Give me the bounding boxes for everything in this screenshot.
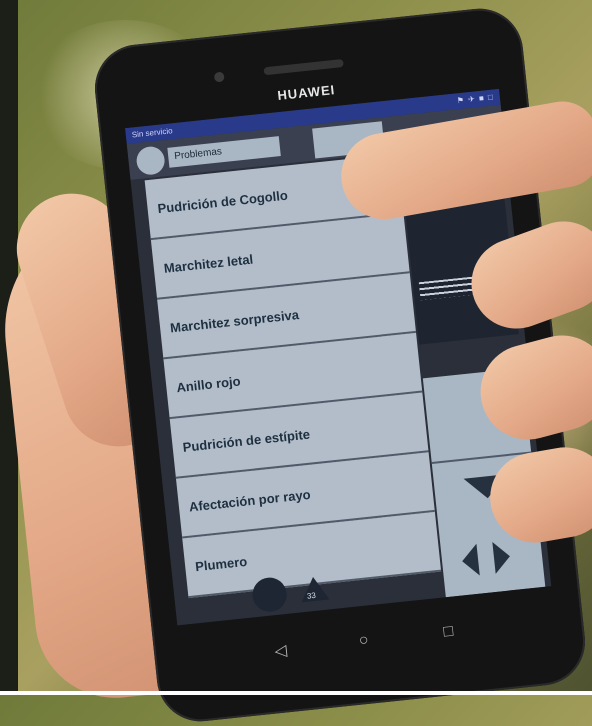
home-icon[interactable]: ○: [358, 632, 370, 651]
recent-apps-icon[interactable]: □: [443, 623, 455, 642]
back-icon[interactable]: ◁: [274, 640, 288, 661]
arrow-right-icon[interactable]: [492, 540, 512, 574]
app-avatar-button[interactable]: [135, 145, 166, 177]
bottom-counter: 33: [306, 590, 317, 601]
app-title-dropdown[interactable]: Problemas: [167, 136, 281, 168]
arrow-left-icon[interactable]: [460, 543, 480, 578]
carrier-label: Sin servicio: [131, 126, 173, 140]
frame-edge-bottom: [0, 691, 592, 695]
phone-brand-label: HUAWEI: [276, 82, 336, 104]
problem-dropdown-menu: Pudrición de Cogollo Marchitez letal Mar…: [144, 153, 442, 599]
front-camera: [213, 71, 225, 83]
earpiece-speaker: [263, 59, 344, 76]
